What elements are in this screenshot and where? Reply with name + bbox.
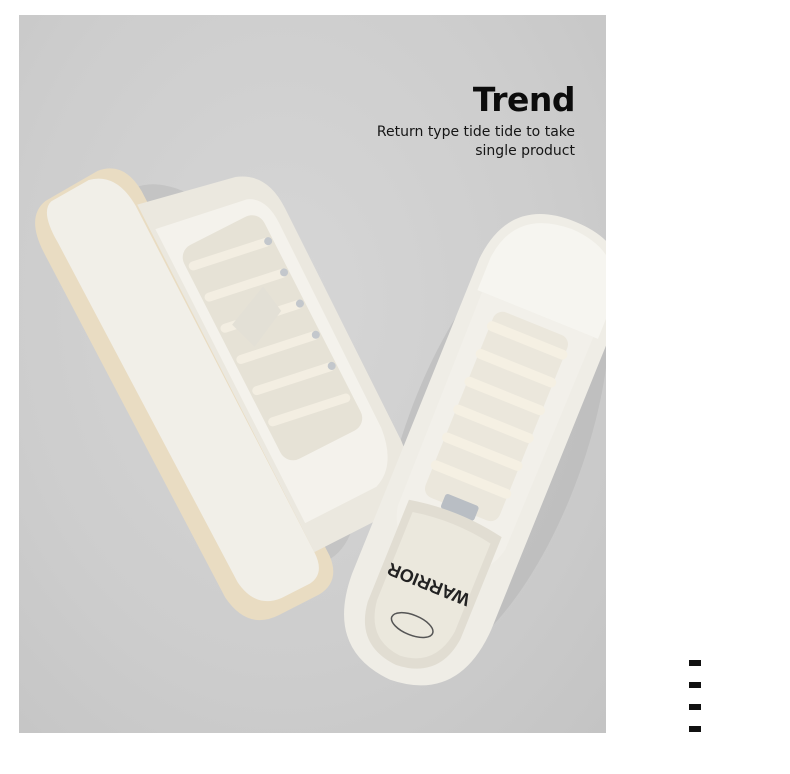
hero-subtitle-line2: single product	[475, 143, 575, 159]
headline-block: Trend Return type tide tide to take sing…	[376, 80, 576, 161]
carousel-indicator	[689, 660, 703, 748]
carousel-dot-2[interactable]	[689, 682, 701, 688]
hero-title: Trend	[472, 80, 576, 119]
carousel-dot-1[interactable]	[689, 660, 701, 666]
hero-product-image: WARRIOR Trend Return type tide tide to t…	[19, 15, 606, 733]
carousel-dot-4[interactable]	[689, 726, 701, 732]
hero-subtitle-line1: Return type tide tide to take	[376, 124, 575, 140]
carousel-dot-3[interactable]	[689, 704, 701, 710]
